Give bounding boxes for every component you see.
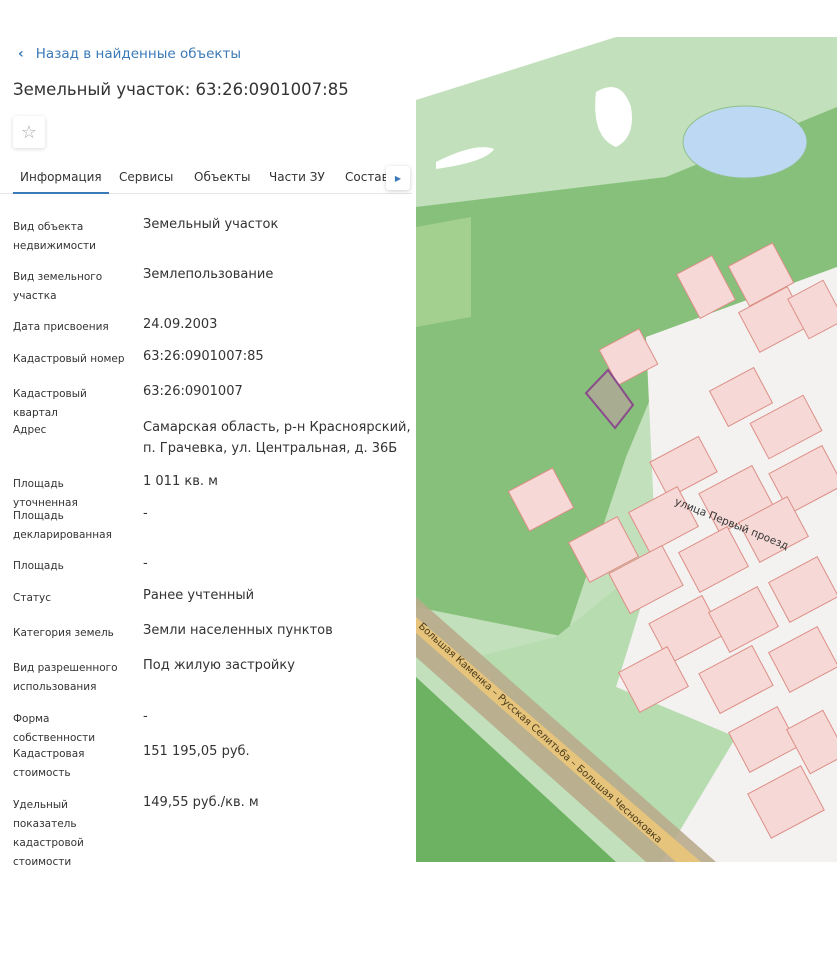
- field-value: -: [143, 556, 148, 571]
- tab-objects[interactable]: Объекты: [194, 170, 250, 184]
- chevron-left-icon: ‹: [18, 46, 24, 62]
- field-label: Вид объекта недвижимости: [13, 221, 96, 252]
- field-value: -: [143, 506, 148, 521]
- field-label: Форма собственности: [13, 713, 96, 744]
- star-outline-icon: ☆: [20, 121, 38, 143]
- field-value: 151 195,05 руб.: [143, 744, 250, 759]
- field-value: Под жилую застройку: [143, 658, 295, 673]
- meadow-area: [416, 217, 471, 327]
- field-label: Адрес: [13, 424, 47, 436]
- field-value: Ранее учтенный: [143, 588, 255, 603]
- field-value: Земельный участок: [143, 217, 279, 232]
- field-label: Кадастровый квартал: [13, 388, 87, 419]
- page-title: Земельный участок: 63:26:0901007:85: [13, 80, 349, 99]
- field-label: Категория земель: [13, 627, 114, 639]
- tab-services[interactable]: Сервисы: [119, 170, 173, 184]
- field-label: Вид земельного участка: [13, 271, 103, 302]
- field-label: Площадь: [13, 560, 64, 572]
- tab-info[interactable]: Информация: [13, 170, 109, 194]
- field-label: Кадастровая стоимость: [13, 748, 85, 779]
- field-value: Землепользование: [143, 267, 274, 282]
- back-link-label: Назад в найденные объекты: [35, 46, 242, 62]
- tab-parts[interactable]: Части ЗУ: [269, 170, 325, 184]
- cadastral-map[interactable]: улица Первый проезд Большая Каменка – Ру…: [416, 37, 837, 862]
- favorite-button[interactable]: ☆: [13, 116, 45, 148]
- tab-composition[interactable]: Состав: [345, 170, 389, 184]
- field-value: -: [143, 709, 148, 724]
- field-value: 149,55 руб./кв. м: [143, 795, 259, 810]
- map-canvas[interactable]: улица Первый проезд Большая Каменка – Ру…: [416, 37, 837, 862]
- pond: [682, 105, 808, 179]
- tabs-next-button[interactable]: ▶: [386, 166, 410, 190]
- field-label: Кадастровый номер: [13, 353, 125, 365]
- field-label: Статус: [13, 592, 51, 604]
- tab-bar: Информация Сервисы Объекты Части ЗУ Сост…: [0, 160, 412, 194]
- field-label: Удельный показатель кадастровой стоимост…: [13, 799, 84, 868]
- field-value: 1 011 кв. м: [143, 474, 218, 489]
- field-value: 24.09.2003: [143, 317, 218, 332]
- field-label: Дата присвоения: [13, 321, 109, 333]
- back-link[interactable]: ‹ Назад в найденные объекты: [18, 46, 241, 62]
- field-value: 63:26:0901007: [143, 384, 243, 399]
- field-label: Площадь декларированная: [13, 510, 112, 541]
- field-value: Самарская область, р-н Красноярский, п. …: [143, 420, 411, 456]
- field-value: 63:26:0901007:85: [143, 349, 264, 364]
- field-label: Вид разрешенного использования: [13, 662, 118, 693]
- caret-right-icon: ▶: [394, 173, 402, 183]
- field-value: Земли населенных пунктов: [143, 623, 333, 638]
